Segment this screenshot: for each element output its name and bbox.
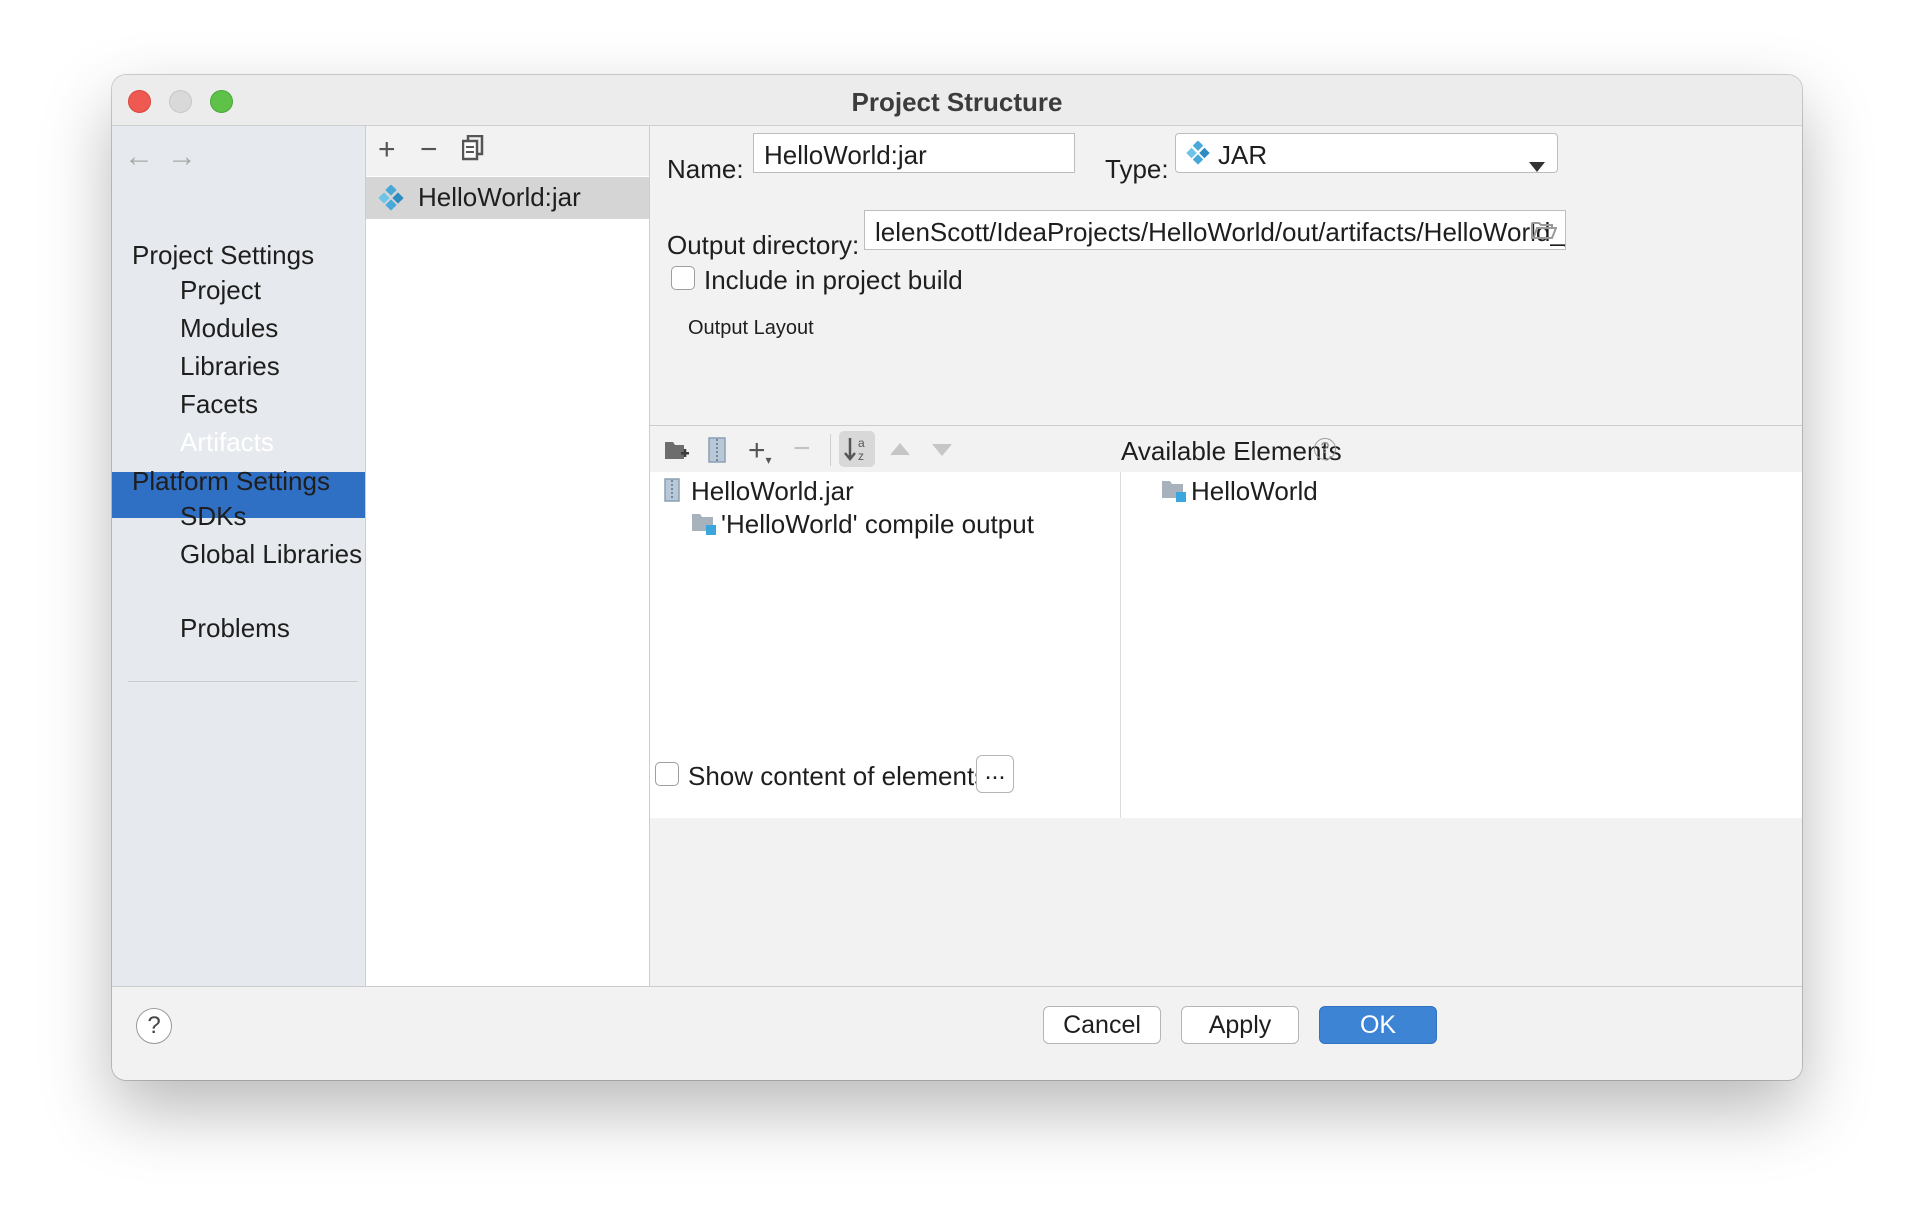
tree-node-compile-output-label: 'HelloWorld' compile output xyxy=(721,509,1034,539)
remove-element-button[interactable]: − xyxy=(793,434,811,464)
sidebar-item-modules[interactable]: Modules xyxy=(180,313,278,344)
sidebar-item-artifacts[interactable]: Artifacts xyxy=(180,427,274,458)
jar-type-icon xyxy=(1186,140,1210,172)
project-structure-dialog: Project Structure ← → Project Settings P… xyxy=(112,75,1802,1080)
help-circle-icon[interactable]: ? xyxy=(1314,438,1336,460)
include-in-build-label: Include in project build xyxy=(704,265,963,295)
chevron-down-icon xyxy=(1529,148,1545,172)
sidebar-item-facets[interactable]: Facets xyxy=(180,389,258,420)
artifact-list-item-label: HelloWorld:jar xyxy=(418,182,581,212)
type-dropdown[interactable]: JAR xyxy=(1175,133,1558,173)
sidebar-item-libraries[interactable]: Libraries xyxy=(180,351,280,382)
ok-button[interactable]: OK xyxy=(1319,1006,1437,1044)
output-directory-field[interactable]: lelenScott/IdeaProjects/HelloWorld/out/a… xyxy=(864,210,1566,250)
platform-settings-header: Platform Settings xyxy=(132,466,330,496)
jar-archive-icon xyxy=(664,478,680,507)
show-content-label: Show content of elements xyxy=(688,761,988,791)
sidebar-item-sdks[interactable]: SDKs xyxy=(180,501,246,532)
settings-sidebar: ← → Project Settings Project Modules Lib… xyxy=(112,126,366,986)
output-layout-panel: +▾ − a z Available Elements ? HelloWorld… xyxy=(650,425,1802,819)
module-folder-icon xyxy=(1161,480,1187,507)
available-elements-tree: HelloWorld xyxy=(1121,472,1802,818)
toolbar-separator xyxy=(830,434,831,466)
dialog-footer: ? Cancel Apply OK xyxy=(112,986,1802,1080)
include-in-build-checkbox[interactable] xyxy=(671,266,695,290)
create-directory-icon[interactable] xyxy=(664,439,690,466)
tree-node-compile-output[interactable]: 'HelloWorld' compile output xyxy=(691,509,1111,543)
add-copy-of-button[interactable]: +▾ xyxy=(748,436,772,467)
cancel-button[interactable]: Cancel xyxy=(1043,1006,1161,1044)
project-settings-header: Project Settings xyxy=(132,240,315,270)
sidebar-item-global-libraries[interactable]: Global Libraries xyxy=(180,539,365,570)
artifact-jar-icon xyxy=(378,184,404,216)
available-elements-label: Available Elements xyxy=(1121,436,1342,466)
tree-node-helloworld-module[interactable]: HelloWorld xyxy=(1161,476,1461,510)
sidebar-item-project[interactable]: Project xyxy=(180,275,261,306)
folder-browse-icon[interactable] xyxy=(1531,220,1558,245)
tree-node-jar-label: HelloWorld.jar xyxy=(691,476,854,506)
help-button[interactable]: ? xyxy=(136,1008,172,1044)
name-field[interactable]: HelloWorld:jar xyxy=(753,133,1075,173)
ellipsis-button[interactable]: ... xyxy=(976,755,1014,793)
add-artifact-button[interactable]: + xyxy=(378,135,396,165)
artifacts-toolbar: + − xyxy=(366,126,649,176)
artifacts-list-panel: + − HelloWorld:jar xyxy=(366,126,650,986)
module-folder-icon xyxy=(691,513,717,540)
move-up-icon[interactable] xyxy=(890,442,910,460)
show-content-checkbox[interactable] xyxy=(655,762,679,786)
sidebar-divider xyxy=(128,681,358,682)
tree-node-jar[interactable]: HelloWorld.jar xyxy=(664,476,1104,510)
sort-alphabetically-icon[interactable]: a z xyxy=(839,431,875,467)
svg-text:a: a xyxy=(858,436,865,450)
remove-artifact-button[interactable]: − xyxy=(420,135,438,165)
svg-text:z: z xyxy=(858,449,864,463)
move-down-icon[interactable] xyxy=(932,443,952,461)
output-directory-label: Output directory: xyxy=(667,230,860,260)
arrow-left-icon[interactable]: ← xyxy=(124,140,154,174)
copy-icon[interactable] xyxy=(461,134,484,167)
arrow-right-icon[interactable]: → xyxy=(167,140,197,174)
title-bar: Project Structure xyxy=(112,75,1802,126)
sidebar-item-problems[interactable]: Problems xyxy=(180,613,290,644)
type-dropdown-value: JAR xyxy=(1218,140,1268,170)
create-archive-icon[interactable] xyxy=(708,437,726,468)
name-label: Name: xyxy=(667,154,744,184)
tree-node-helloworld-label: HelloWorld xyxy=(1191,476,1318,506)
window-title: Project Structure xyxy=(851,87,1063,117)
output-layout-label: Output Layout xyxy=(688,317,814,339)
artifact-list-item[interactable]: HelloWorld:jar xyxy=(366,177,649,219)
type-label: Type: xyxy=(1105,154,1169,184)
apply-button[interactable]: Apply xyxy=(1181,1006,1299,1044)
